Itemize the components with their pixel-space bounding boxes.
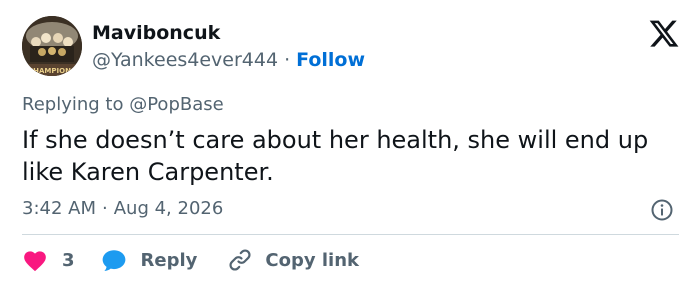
action-bar: 3 Reply Copy link bbox=[22, 246, 359, 274]
heart-icon bbox=[22, 248, 48, 272]
like-button[interactable]: 3 bbox=[22, 248, 75, 272]
reply-mention[interactable]: @PopBase bbox=[129, 94, 223, 115]
handle-separator: · bbox=[284, 49, 291, 71]
reply-label: Reply bbox=[140, 249, 198, 271]
like-count: 3 bbox=[62, 249, 75, 271]
author-handle-row: @Yankees4ever444 · Follow bbox=[92, 49, 365, 71]
reply-prefix: Replying to bbox=[22, 94, 124, 115]
reply-context: Replying to @PopBase bbox=[22, 94, 224, 115]
author-name[interactable]: Maviboncuk bbox=[92, 22, 220, 44]
copy-link-button[interactable]: Copy link bbox=[227, 247, 359, 273]
author-handle[interactable]: @Yankees4ever444 bbox=[92, 49, 278, 71]
tweet-text: If she doesn’t care about her health, sh… bbox=[22, 126, 649, 186]
reply-button[interactable]: Reply bbox=[101, 248, 198, 272]
tweet-date: Aug 4, 2026 bbox=[113, 198, 224, 219]
svg-text:CHAMPIONS: CHAMPIONS bbox=[28, 67, 76, 75]
divider bbox=[22, 234, 679, 235]
info-icon[interactable] bbox=[650, 198, 674, 222]
tweet-timestamp[interactable]: 3:42 AM · Aug 4, 2026 bbox=[22, 198, 223, 219]
speech-bubble-icon bbox=[101, 248, 127, 272]
tweet-time: 3:42 AM bbox=[22, 198, 96, 219]
timestamp-separator: · bbox=[102, 198, 108, 219]
avatar[interactable]: CHAMPIONS bbox=[22, 16, 82, 76]
avatar-image: CHAMPIONS bbox=[22, 16, 82, 76]
follow-button[interactable]: Follow bbox=[296, 49, 365, 71]
copy-link-label: Copy link bbox=[265, 249, 359, 271]
link-icon bbox=[227, 247, 253, 273]
tweet-card: CHAMPIONS Maviboncuk @Yankees4ever444 · Fo… bbox=[0, 0, 700, 287]
x-logo-icon[interactable] bbox=[648, 20, 680, 50]
